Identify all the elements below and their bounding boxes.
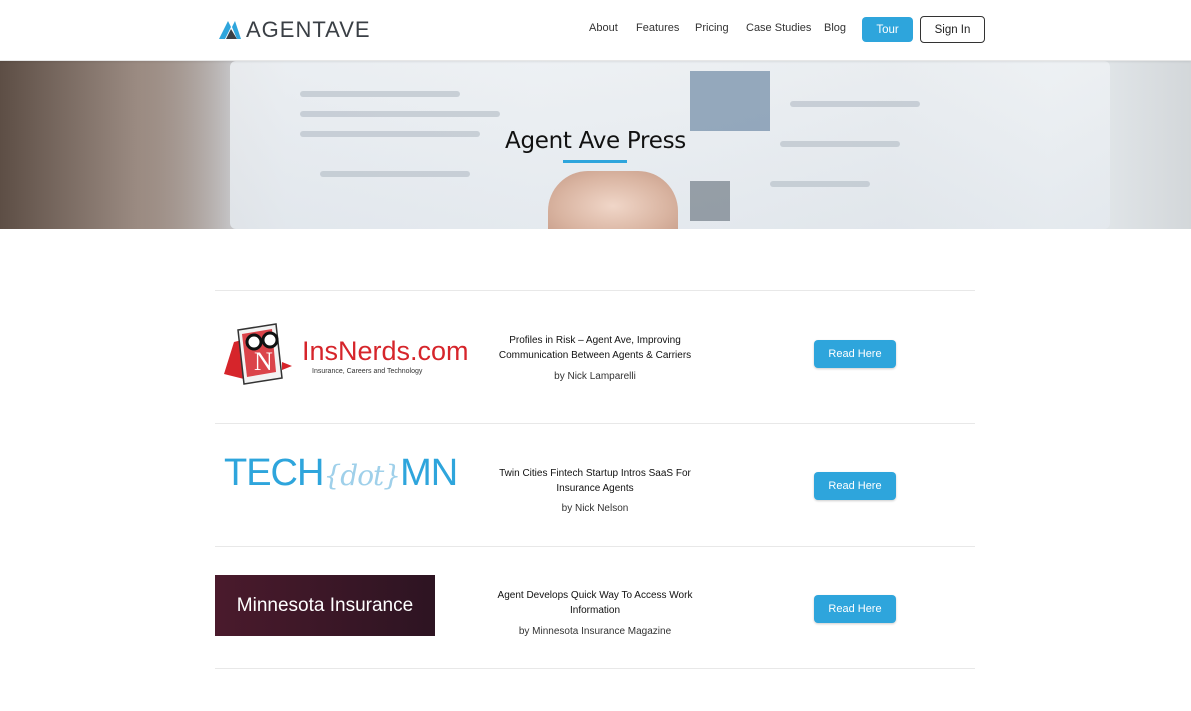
hero-blur-line — [320, 171, 470, 177]
row-divider — [215, 546, 975, 547]
techdotmn-logo-text-mn: MN — [400, 452, 458, 494]
nav-features[interactable]: Features — [636, 22, 679, 34]
press-author: by Nick Nelson — [561, 503, 629, 514]
minnesota-insurance-logo: Minnesota Insurance — [215, 575, 435, 636]
site-header: AGENTAVE About Features Pricing Case Stu… — [0, 0, 1191, 61]
press-title: Twin Cities Fintech Startup Intros SaaS … — [499, 468, 691, 494]
nav-about[interactable]: About — [589, 22, 618, 34]
row-divider — [215, 668, 975, 669]
insnerds-logo: N InsNerds.com Insurance, Careers and Te… — [220, 322, 469, 388]
insnerds-logo-text: InsNerds.com — [302, 336, 469, 366]
hero-blur-line — [770, 181, 870, 187]
hero-banner: Agent Ave Press — [0, 61, 1191, 229]
insnerds-logo-subtitle: Insurance, Careers and Technology — [312, 368, 423, 375]
press-title: Agent Develops Quick Way To Access Work … — [497, 590, 693, 616]
row-divider — [215, 423, 975, 424]
agentave-logo-icon — [219, 21, 241, 39]
logo-text: AGENTAVE — [246, 17, 371, 42]
hero-blur-line — [300, 111, 500, 117]
press-title: Profiles in Risk – Agent Ave, Improving … — [498, 335, 692, 361]
press-author: by Minnesota Insurance Magazine — [518, 626, 672, 637]
read-here-button[interactable]: Read Here — [814, 595, 896, 623]
read-here-button[interactable]: Read Here — [814, 340, 896, 368]
techdotmn-logo-text-tech: TECH — [224, 452, 324, 494]
hero-blur-line — [300, 91, 460, 97]
title-underline — [563, 160, 627, 163]
nav-case-studies[interactable]: Case Studies — [746, 22, 811, 34]
hero-blur-line — [790, 101, 920, 107]
page-title: Agent Ave Press — [505, 128, 686, 154]
agentave-logo[interactable]: AGENTAVE — [219, 17, 371, 42]
press-author: by Nick Lamparelli — [554, 371, 636, 382]
techdotmn-logo: TECH{dot}MN — [224, 452, 458, 495]
techdotmn-logo-text-dot: {dot} — [323, 459, 401, 492]
hero-blur-thumbnail — [690, 71, 770, 131]
hero-blur-thumbnail — [690, 181, 730, 221]
tour-button[interactable]: Tour — [862, 17, 913, 42]
read-here-button[interactable]: Read Here — [814, 472, 896, 500]
svg-text:N: N — [254, 347, 273, 376]
sign-in-button[interactable]: Sign In — [920, 16, 985, 43]
nav-blog[interactable]: Blog — [824, 22, 846, 34]
hero-fist-image — [548, 171, 678, 229]
nav-pricing[interactable]: Pricing — [695, 22, 729, 34]
row-divider — [215, 290, 975, 291]
insnerds-mascot-icon: N — [224, 323, 292, 385]
